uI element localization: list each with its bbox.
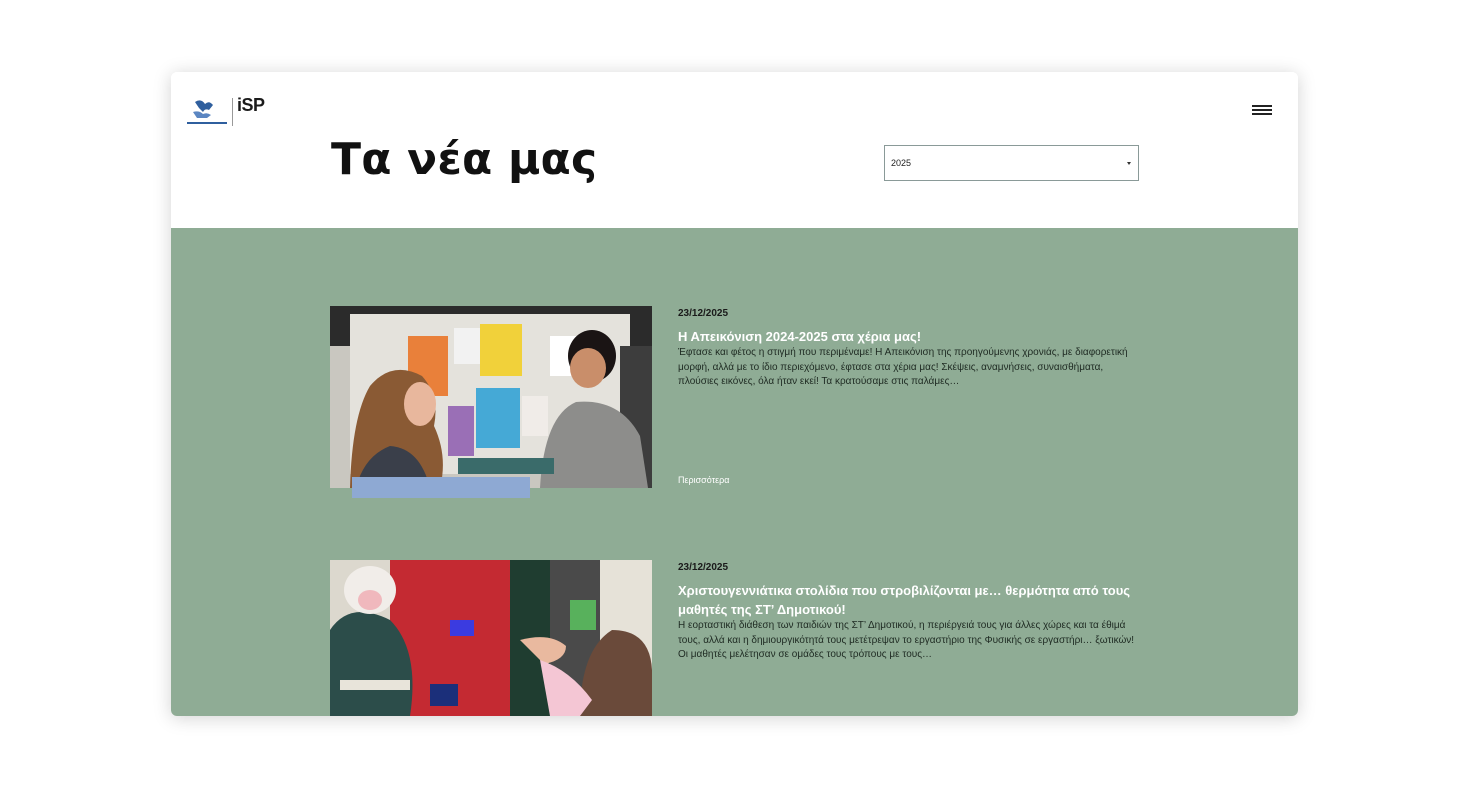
news-item-image[interactable]	[330, 306, 652, 488]
news-item-date: 23/12/2025	[678, 562, 729, 573]
read-more-link[interactable]: Περισσότερα	[678, 475, 730, 485]
logo-divider	[232, 98, 233, 126]
news-item-image[interactable]	[330, 560, 652, 716]
browser-page: iSP Τα νέα μας 2025 23/12/2025 Η Απεικόν…	[171, 72, 1298, 716]
news-item-title[interactable]: Χριστουγεννιάτικα στολίδια που στροβιλίζ…	[678, 581, 1148, 619]
caret-down-icon	[1127, 162, 1131, 165]
year-filter-select[interactable]: 2025	[884, 145, 1139, 181]
page-title: Τα νέα μας	[331, 134, 598, 185]
news-item: 23/12/2025 Χριστουγεννιάτικα στολίδια πο…	[330, 560, 1140, 716]
site-header: iSP Τα νέα μας 2025	[171, 72, 1298, 228]
news-item-title[interactable]: Η Απεικόνιση 2024-2025 στα χέρια μας!	[678, 327, 1148, 346]
hamburger-menu-icon[interactable]	[1249, 102, 1275, 120]
news-list: 23/12/2025 Η Απεικόνιση 2024-2025 στα χέ…	[171, 228, 1298, 716]
classroom-photo	[330, 306, 652, 488]
news-item: 23/12/2025 Η Απεικόνιση 2024-2025 στα χέ…	[330, 306, 1140, 506]
logo-isp-text: iSP	[237, 95, 265, 115]
image-accent-bar	[352, 477, 530, 498]
emblem-icon	[187, 100, 227, 124]
news-item-date: 23/12/2025	[678, 308, 729, 319]
news-item-excerpt: Έφτασε και φέτος η στιγμή που περιμέναμε…	[678, 347, 1128, 388]
year-filter-value: 2025	[891, 158, 912, 168]
school-logo[interactable]: iSP	[185, 95, 271, 128]
news-item-excerpt: Η εορταστική διάθεση των παιδιών της ΣΤ’…	[678, 620, 1135, 661]
christmas-craft-photo	[330, 560, 652, 716]
